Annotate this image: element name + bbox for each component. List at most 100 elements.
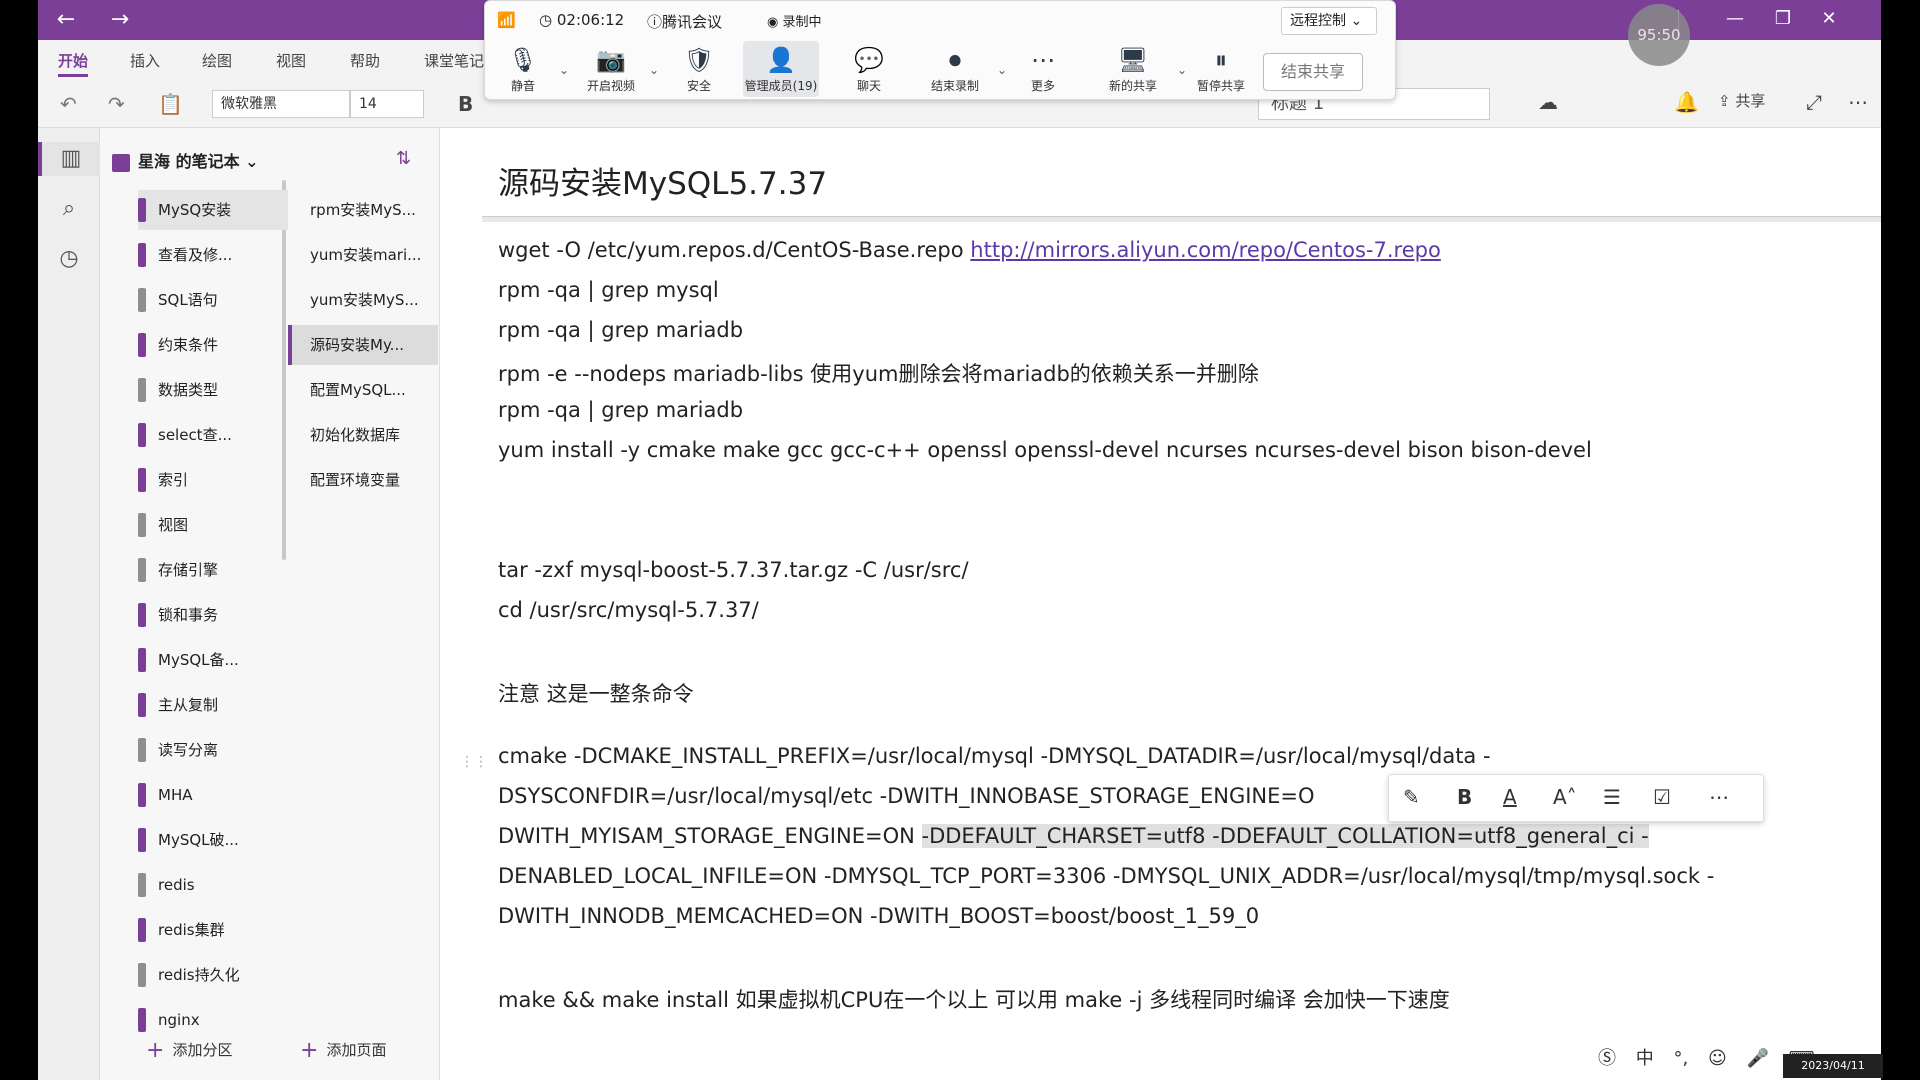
font-name-select[interactable]: 微软雅黑 bbox=[212, 90, 350, 118]
section-item[interactable]: SQL语句 bbox=[138, 280, 288, 320]
more-button[interactable]: ⋯ 更多 bbox=[1005, 47, 1081, 94]
add-section-button[interactable]: + 添加分区 bbox=[146, 1038, 232, 1063]
page-item[interactable]: 初始化数据库 bbox=[288, 415, 438, 455]
page-content[interactable]: 源码安装MySQL5.7.37 ‹ wget -O /etc/yum.repos… bbox=[440, 128, 1881, 1080]
section-item[interactable]: 约束条件 bbox=[138, 325, 288, 365]
page-title[interactable]: 源码安装MySQL5.7.37 bbox=[498, 158, 827, 203]
tab-draw[interactable]: 绘图 bbox=[202, 50, 232, 71]
pause-share-button[interactable]: ⏸ 暂停共享 bbox=[1183, 47, 1259, 94]
section-item[interactable]: select查... bbox=[138, 415, 288, 455]
recent-clock-icon[interactable]: ◷ bbox=[52, 242, 86, 276]
font-size-select[interactable]: 14 bbox=[350, 90, 424, 118]
minimize-icon[interactable]: — bbox=[1720, 8, 1750, 29]
punctuation-icon[interactable]: °, bbox=[1673, 1048, 1688, 1069]
font-size-icon[interactable]: A˄ bbox=[1553, 785, 1577, 809]
tab-help[interactable]: 帮助 bbox=[350, 50, 380, 71]
bullet-list-icon[interactable]: ☰ bbox=[1603, 785, 1621, 809]
section-item[interactable]: 主从复制 bbox=[138, 685, 288, 725]
section-item[interactable]: MHA bbox=[138, 775, 288, 815]
more-icon[interactable]: ⋯ bbox=[1848, 90, 1868, 114]
make-line[interactable]: make && make install 如果虚拟机CPU在一个以上 可以用 m… bbox=[498, 984, 1450, 1014]
sogou-icon[interactable]: Ⓢ bbox=[1598, 1048, 1616, 1069]
section-item[interactable]: nginx bbox=[138, 1000, 288, 1040]
section-item[interactable]: 存储引擎 bbox=[138, 550, 288, 590]
tab-insert[interactable]: 插入 bbox=[130, 50, 160, 71]
tab-home[interactable]: 开始 bbox=[58, 50, 89, 77]
paragraph-handle-icon[interactable]: ⋮⋮ bbox=[460, 754, 488, 770]
cmake-line[interactable]: DWITH_INNODB_MEMCACHED=ON -DWITH_BOOST=b… bbox=[498, 904, 1259, 928]
share-button[interactable]: ⇪ 共享 bbox=[1718, 90, 1765, 111]
emoji-icon[interactable]: ☺ bbox=[1708, 1048, 1727, 1069]
text-line[interactable]: cd /usr/src/mysql-5.7.37/ bbox=[498, 598, 759, 622]
security-button[interactable]: 🛡 安全 bbox=[661, 47, 737, 94]
restore-icon[interactable]: ❐ bbox=[1768, 8, 1798, 29]
section-item[interactable]: MySQ安装 bbox=[138, 190, 288, 230]
more-icon[interactable]: ⋯ bbox=[1709, 785, 1729, 809]
fullscreen-icon[interactable]: ⤢ bbox=[1806, 90, 1822, 114]
bell-icon[interactable]: 🔔 bbox=[1674, 90, 1699, 114]
selected-text[interactable]: -DDEFAULT_CHARSET=utf8 -DDEFAULT_COLLATI… bbox=[921, 824, 1649, 848]
section-item[interactable]: redis bbox=[138, 865, 288, 905]
section-item[interactable]: 查看及修... bbox=[138, 235, 288, 275]
cmake-line[interactable]: cmake -DCMAKE_INSTALL_PREFIX=/usr/local/… bbox=[498, 744, 1491, 768]
back-arrow-icon[interactable]: ← bbox=[52, 6, 80, 34]
text-line[interactable]: yum install -y cmake make gcc gcc-c++ op… bbox=[498, 438, 1592, 462]
page-item[interactable]: 配置MySQL... bbox=[288, 370, 438, 410]
chat-button[interactable]: 💬 聊天 bbox=[831, 47, 907, 94]
search-icon[interactable]: ⌕ bbox=[52, 192, 86, 226]
undo-icon[interactable]: ↶ bbox=[60, 92, 77, 116]
forward-arrow-icon[interactable]: → bbox=[106, 6, 134, 34]
cmake-line[interactable]: DWITH_MYISAM_STORAGE_ENGINE=ON -DDEFAULT… bbox=[498, 824, 1649, 848]
add-page-button[interactable]: + 添加页面 bbox=[300, 1038, 386, 1063]
text-line[interactable]: rpm -qa | grep mariadb bbox=[498, 398, 743, 422]
bold-icon[interactable]: B bbox=[1457, 785, 1472, 809]
section-item[interactable]: 视图 bbox=[138, 505, 288, 545]
page-item[interactable]: 源码安装My... bbox=[288, 325, 438, 365]
section-item[interactable]: 索引 bbox=[138, 460, 288, 500]
tab-view[interactable]: 视图 bbox=[276, 50, 306, 71]
bold-icon[interactable]: B bbox=[458, 92, 473, 116]
remote-control-select[interactable]: 远程控制 ⌄ bbox=[1281, 7, 1377, 35]
sync-icon[interactable]: ☁ bbox=[1538, 90, 1558, 114]
tab-class-notebook[interactable]: 课堂笔记 bbox=[424, 50, 484, 71]
section-item[interactable]: redis持久化 bbox=[138, 955, 288, 995]
text-line[interactable]: rpm -qa | grep mysql bbox=[498, 278, 719, 302]
sort-icon[interactable]: ⇅ bbox=[396, 148, 411, 169]
note-line[interactable]: 注意 这是一整条命令 bbox=[498, 678, 694, 708]
section-item[interactable]: 数据类型 bbox=[138, 370, 288, 410]
ime-indicator[interactable]: 中 bbox=[1636, 1048, 1654, 1069]
mute-options-caret[interactable]: ⌄ bbox=[559, 63, 569, 77]
page-item[interactable]: 配置环境变量 bbox=[288, 460, 438, 500]
mute-button[interactable]: 🎙 静音 bbox=[485, 47, 561, 94]
page-item[interactable]: rpm安装MyS... bbox=[288, 190, 438, 230]
section-item[interactable]: MySQL备... bbox=[138, 640, 288, 680]
cmake-line[interactable]: DENABLED_LOCAL_INFILE=ON -DMYSQL_TCP_POR… bbox=[498, 864, 1714, 888]
section-item[interactable]: 锁和事务 bbox=[138, 595, 288, 635]
page-item[interactable]: yum安装MyS... bbox=[288, 280, 438, 320]
new-share-button[interactable]: 🖥 新的共享 bbox=[1095, 47, 1171, 94]
end-share-button[interactable]: 结束共享 bbox=[1263, 53, 1363, 91]
notebook-selector[interactable]: 星海 的笔记本 ⌄ bbox=[112, 148, 259, 172]
close-icon[interactable]: ✕ bbox=[1814, 8, 1844, 29]
font-color-icon[interactable]: A bbox=[1503, 785, 1517, 809]
text-line[interactable]: rpm -qa | grep mariadb bbox=[498, 318, 743, 342]
highlighter-icon[interactable]: ✎ bbox=[1403, 785, 1420, 809]
microphone-icon[interactable]: 🎤 bbox=[1746, 1048, 1768, 1069]
section-item[interactable]: 读写分离 bbox=[138, 730, 288, 770]
redo-icon[interactable]: ↷ bbox=[108, 92, 125, 116]
notebooks-icon[interactable]: ▥ bbox=[38, 142, 100, 176]
repo-link[interactable]: http://mirrors.aliyun.com/repo/Centos-7.… bbox=[970, 238, 1441, 262]
text-line[interactable]: rpm -e --nodeps mariadb-libs 使用yum删除会将ma… bbox=[498, 358, 1259, 388]
cmake-line[interactable]: DSYSCONFDIR=/usr/local/mysql/etc -DWITH_… bbox=[498, 784, 1315, 808]
todo-tag-icon[interactable]: ☑ bbox=[1653, 785, 1671, 809]
text-line[interactable]: wget -O /etc/yum.repos.d/CentOS-Base.rep… bbox=[498, 238, 1441, 262]
start-video-button[interactable]: 📷 开启视频 bbox=[573, 47, 649, 94]
page-item[interactable]: yum安装mari... bbox=[288, 235, 438, 275]
section-item[interactable]: MySQL破... bbox=[138, 820, 288, 860]
clipboard-icon[interactable]: 📋 bbox=[158, 92, 183, 116]
manage-members-button[interactable]: 👤 管理成员(19) bbox=[743, 41, 819, 97]
section-item[interactable]: redis集群 bbox=[138, 910, 288, 950]
stop-recording-button[interactable]: ⏺ 结束录制 bbox=[917, 47, 993, 94]
video-options-caret[interactable]: ⌄ bbox=[649, 63, 659, 77]
text-line[interactable]: tar -zxf mysql-boost-5.7.37.tar.gz -C /u… bbox=[498, 558, 969, 582]
